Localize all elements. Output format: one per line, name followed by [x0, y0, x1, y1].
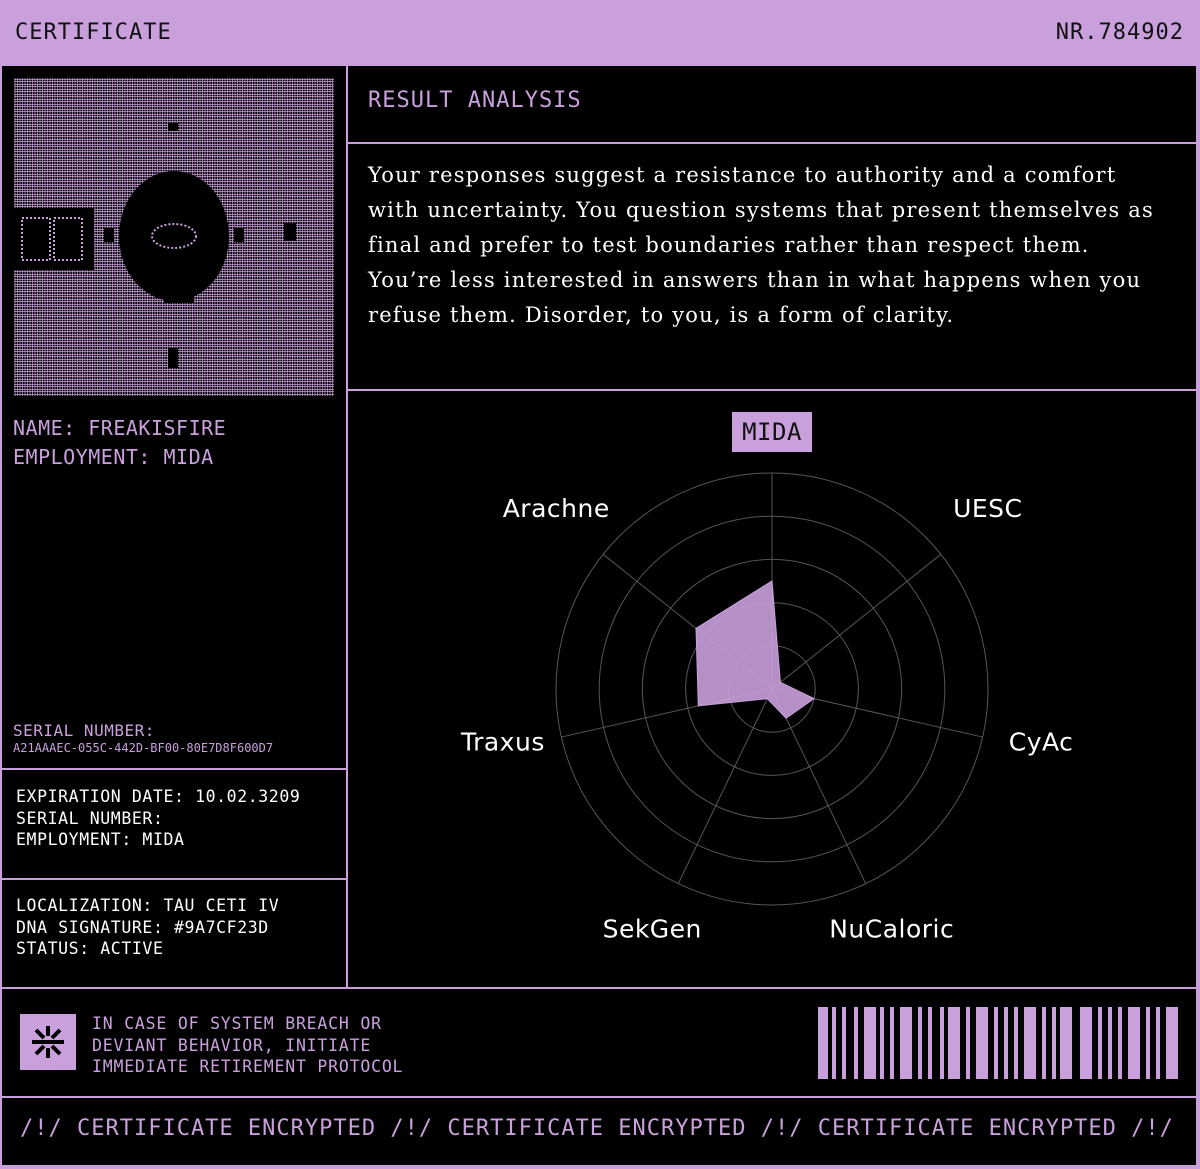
- certificate-frame: CERTIFICATE NR.784902 NAME: FREAKISFIRE …: [0, 0, 1200, 1169]
- details-block-expiration: EXPIRATION DATE: 10.02.3209 SERIAL NUMBE…: [16, 787, 301, 849]
- radar-axis-label: Traxus: [460, 727, 545, 756]
- radar-axis-label: SekGen: [603, 915, 702, 944]
- radar-chart: MIDA UESC CyAc NuCaloric SekGen Traxus Arachne: [460, 412, 1074, 944]
- radar-spoke: [677, 688, 773, 884]
- profile-name: NAME: FREAKISFIRE: [13, 416, 227, 440]
- radar-axis-label: Arachne: [503, 494, 610, 523]
- portrait-pattern: [14, 78, 334, 396]
- radar-value-area: [695, 580, 816, 719]
- asterisk-logo-icon: [32, 1026, 64, 1058]
- column-divider: [346, 66, 348, 988]
- serial-label: SERIAL NUMBER:: [13, 721, 155, 740]
- divider-left-2: [0, 878, 348, 880]
- certificate-title: CERTIFICATE: [15, 20, 172, 45]
- header-bar: CERTIFICATE NR.784902: [0, 0, 1200, 66]
- ascii-portrait: [14, 78, 334, 396]
- radar-axis-label: CyAc: [1009, 727, 1074, 756]
- divider-ticker: [0, 1096, 1200, 1098]
- radar-axis-label: UESC: [953, 494, 1022, 523]
- company-logo: [20, 1014, 76, 1070]
- border-bottom: [0, 1165, 1200, 1169]
- radar-axis-label: MIDA: [742, 418, 802, 446]
- result-analysis-title: RESULT ANALYSIS: [368, 88, 582, 113]
- encryption-ticker: /!/ CERTIFICATE ENCRYPTED /!/ CERTIFICAT…: [20, 1116, 1180, 1141]
- profile-employment: EMPLOYMENT: MIDA: [13, 445, 214, 469]
- divider-left-1: [0, 768, 348, 770]
- serial-value: A21AAAEC-055C-442D-BF00-80E7D8F600D7: [13, 741, 274, 755]
- barcode: [818, 1007, 1178, 1079]
- divider-title: [348, 142, 1198, 144]
- certificate-number: NR.784902: [1055, 20, 1184, 45]
- border-left: [0, 66, 2, 1169]
- result-analysis-text: Your responses suggest a resistance to a…: [368, 163, 1154, 327]
- divider-text: [348, 389, 1198, 391]
- radar-axis-label: NuCaloric: [829, 915, 954, 944]
- breach-warning: IN CASE OF SYSTEM BREACH OR DEVIANT BEHA…: [92, 1014, 404, 1076]
- details-block-localization: LOCALIZATION: TAU CETI IV DNA SIGNATURE:…: [16, 896, 280, 958]
